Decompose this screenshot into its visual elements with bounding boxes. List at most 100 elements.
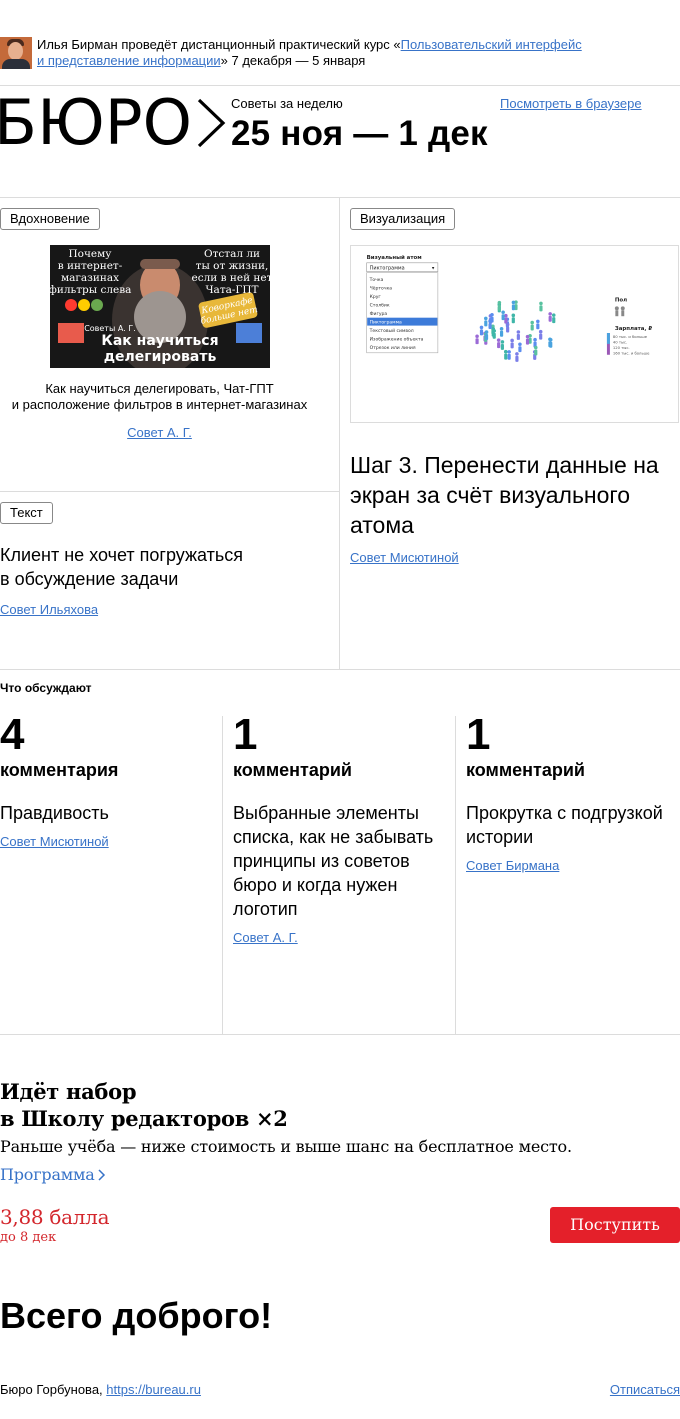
inspiration-thumbnail[interactable]: Почему в интернет- магазинах фильтры сле… [50, 245, 270, 368]
discussion-item: 4 комментария Правдивость Совет Мисютино… [0, 712, 210, 851]
announcement-dates: » 7 декабря — 5 января [220, 53, 366, 68]
comment-count: 4 [0, 710, 25, 759]
discussion-heading: Что обсуждают [0, 681, 92, 695]
thumb-left-text-3: магазинах [61, 272, 119, 284]
viz-person-icon [499, 327, 504, 337]
viz-person-icon [511, 300, 516, 311]
discussion-author-link[interactable]: Совет Бирмана [466, 858, 559, 873]
viz-person-icon [539, 301, 543, 312]
promo-heading-line-1: Идёт набор [0, 1079, 137, 1104]
thumb-left-text-2: в интернет- [58, 260, 123, 272]
farewell-heading: Всего доброго! [0, 1295, 273, 1336]
viz-person-icon [548, 312, 552, 322]
inspiration-author-wrap: Совет А. Г. [0, 425, 319, 440]
footer-site-link[interactable]: https://bureau.ru [106, 1382, 201, 1397]
viz-person-icon [534, 345, 538, 356]
school-promo-heading: Идёт набор в Школу редакторов ×2 [0, 1078, 288, 1132]
divider [0, 1034, 680, 1035]
discussion-title[interactable]: Прокрутка с подгрузкой истории [466, 801, 676, 849]
promo-program-link[interactable]: Программа [0, 1165, 107, 1185]
viz-person-icon [515, 352, 519, 362]
logo-chevron-icon [197, 98, 226, 148]
discussion-author-link[interactable]: Совет А. Г. [233, 930, 298, 945]
viz-option: Изображение объекта [370, 336, 424, 343]
announcement-prefix: Илья Бирман проведёт дистанционный практ… [37, 37, 401, 52]
tag-text[interactable]: Текст [0, 502, 53, 524]
thumb-headline-1: Как научиться [101, 333, 218, 349]
thumb-right-text-2: ты от жизни, [196, 260, 269, 272]
column-divider [455, 716, 456, 1034]
column-divider [339, 198, 340, 669]
viz-option: Фигура [370, 311, 388, 317]
divider [0, 491, 339, 492]
viz-select-value: Пиктограмма [370, 266, 405, 272]
visualization-title[interactable]: Шаг 3. Перенести данные на экран за счёт… [350, 450, 670, 540]
visualization-author-link[interactable]: Совет Мисютиной [350, 550, 459, 565]
text-card-author-link[interactable]: Совет Ильяхова [0, 602, 98, 617]
viz-person-icon [479, 325, 484, 336]
thumb-left-text-4: фильтры слева [50, 284, 131, 296]
viz-person-icon [475, 334, 479, 345]
viz-person-icon [484, 330, 489, 340]
viz-person-icon [496, 338, 501, 349]
viz-person-icon [511, 313, 516, 324]
footer-company-name: Бюро Горбунова, [0, 1382, 107, 1397]
comment-count: 1 [233, 710, 258, 759]
viz-person-icon [491, 326, 496, 337]
viz-legend-row: 40 тыс. [613, 340, 627, 344]
comment-unit: комментарий [233, 760, 352, 780]
viz-panel-title: Визуальный атом [367, 254, 422, 261]
course-link-continued[interactable]: и представление информации [37, 53, 221, 68]
viz-person-icon [490, 312, 494, 323]
viz-person-icon [510, 338, 514, 349]
divider [0, 197, 680, 198]
viz-option: Текстовый символ [369, 327, 414, 334]
column-divider [222, 716, 223, 1034]
viz-option: Круг [370, 294, 382, 300]
promo-heading-badge: ×2 [256, 1106, 288, 1131]
viz-option: Чёрточка [370, 286, 393, 292]
viz-person-icon [503, 349, 508, 360]
tag-inspiration[interactable]: Вдохновение [0, 208, 100, 230]
viz-legend-row: 120 тыс. [613, 346, 630, 350]
text-card-title-line-2: в обсуждение задачи [0, 569, 179, 589]
thumb-badge: Советы А. Г. [84, 324, 136, 333]
thumb-left-text-1: Почему [69, 248, 113, 260]
thumb-right-text-3: если в ней нет [192, 272, 270, 284]
visualization-thumbnail[interactable]: Визуальный атом Пиктограмма ▾ ТочкаЧёрто… [350, 245, 679, 423]
issue-date-range: 25 ноя — 1 дек [231, 114, 488, 153]
viz-person-icon [507, 350, 511, 360]
discussion-title[interactable]: Выбранные элементы списка, как не забыва… [233, 801, 443, 921]
text-card-title[interactable]: Клиент не хочет погружаться в обсуждение … [0, 543, 300, 591]
inspiration-caption[interactable]: Как научиться делегировать, Чат-ГПТ и рас… [0, 381, 319, 413]
course-link[interactable]: Пользовательский интерфейс [401, 37, 582, 52]
promo-subtitle: Раньше учёба — ниже стоимость и выше шан… [0, 1137, 572, 1156]
author-avatar [0, 37, 32, 69]
viz-person-icon [551, 313, 556, 324]
comment-unit: комментарий [466, 760, 585, 780]
viz-option: Отрезок или линия [370, 345, 416, 351]
viz-person-icon [538, 329, 543, 340]
footer-company: Бюро Горбунова, https://bureau.ru [0, 1382, 201, 1397]
thumb-right-text-4: Чата-ГПТ [205, 284, 258, 296]
tag-visualization[interactable]: Визуализация [350, 208, 456, 230]
promo-program-label: Программа [0, 1165, 95, 1184]
viz-person-icon [536, 319, 540, 330]
inspiration-caption-line-2: и расположение фильтров в интернет-магаз… [11, 397, 308, 412]
viz-person-icon [516, 330, 521, 340]
viz-option: Точка [369, 277, 384, 283]
viz-person-icon [525, 334, 530, 345]
apply-button[interactable]: Поступить [550, 1207, 680, 1243]
promo-deadline: до 8 дек [0, 1230, 57, 1245]
logo-text: БЮРО [0, 96, 192, 150]
discussion-author-link[interactable]: Совет Мисютиной [0, 834, 109, 849]
bureau-logo[interactable]: БЮРО [0, 96, 226, 150]
viz-option: Столбик [370, 302, 390, 309]
view-in-browser-link[interactable]: Посмотреть в браузере [500, 96, 642, 111]
thumb-right-text-1: Отстал ли [204, 248, 260, 260]
viz-person-icon [518, 342, 522, 353]
inspiration-author-link[interactable]: Совет А. Г. [127, 425, 192, 440]
unsubscribe-link[interactable]: Отписаться [610, 1382, 680, 1397]
inspiration-caption-line-1: Как научиться делегировать, Чат-ГПТ [45, 381, 274, 396]
discussion-title[interactable]: Правдивость [0, 801, 210, 825]
